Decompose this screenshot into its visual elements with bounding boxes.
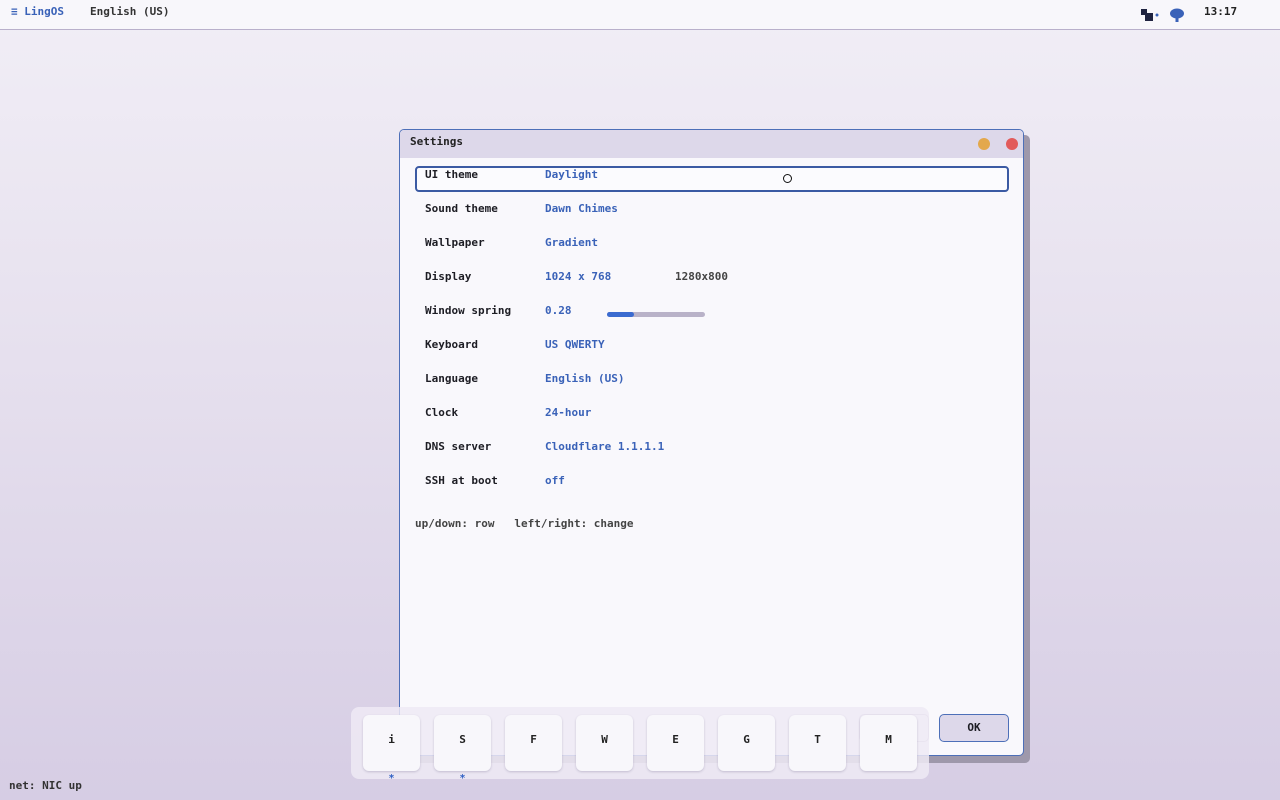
row-value[interactable]: English (US) [545,372,624,385]
dock-item[interactable]: T [789,715,846,771]
window-spring-slider[interactable] [607,312,705,317]
dock-item[interactable]: i [363,715,420,771]
settings-row-dns-server[interactable]: DNS server Cloudflare 1.1.1.1 [415,438,1009,464]
row-label: Display [425,270,472,283]
running-indicator: * [459,773,466,784]
row-value[interactable]: off [545,474,565,487]
keyboard-hint: up/down: row left/right: change [415,517,634,530]
slider-fill [607,312,634,317]
row-label: Keyboard [425,338,478,351]
settings-window: Settings UI theme Daylight Sound theme D… [399,129,1024,756]
dock-item[interactable]: E [647,715,704,771]
row-value[interactable]: Dawn Chimes [545,202,618,215]
minimize-button[interactable] [978,138,990,150]
row-label: Sound theme [425,202,498,215]
window-title: Settings [410,135,463,148]
row-value[interactable]: Daylight [545,168,598,181]
row-value[interactable]: Cloudflare 1.1.1.1 [545,440,664,453]
current-resolution: 1280x800 [675,270,728,283]
main-menu-button[interactable]: ≡ LingOS [11,5,64,18]
language-indicator[interactable]: English (US) [90,5,169,18]
settings-row-ui-theme[interactable]: UI theme Daylight [415,166,1009,192]
settings-row-sound-theme[interactable]: Sound theme Dawn Chimes [415,200,1009,226]
settings-row-ssh-at-boot[interactable]: SSH at boot off [415,472,1009,498]
window-titlebar[interactable]: Settings [400,130,1023,158]
row-value[interactable]: 1024 x 768 [545,270,611,283]
row-value[interactable]: 24-hour [545,406,591,419]
row-label: Clock [425,406,459,419]
settings-row-display[interactable]: Display 1024 x 768 1280x800 [415,268,1009,294]
row-label: Wallpaper [425,236,485,249]
row-value[interactable]: US QWERTY [545,338,605,351]
ok-button[interactable]: OK [939,714,1009,742]
row-label: UI theme [425,168,478,181]
row-label: DNS server [425,440,492,453]
apps-tray-icon[interactable] [1139,7,1161,23]
dock-item[interactable]: F [505,715,562,771]
running-indicator: * [388,773,395,784]
row-label: Language [425,372,478,385]
clock[interactable]: 13:17 [1204,5,1237,18]
chat-bubble-icon[interactable] [1169,7,1185,23]
mouse-cursor-icon [783,174,792,183]
row-label: SSH at boot [425,474,498,487]
dock-item[interactable]: S [434,715,491,771]
settings-row-keyboard[interactable]: Keyboard US QWERTY [415,336,1009,362]
settings-row-wallpaper[interactable]: Wallpaper Gradient [415,234,1009,260]
row-label: Window spring [425,304,512,317]
dock-item[interactable]: W [576,715,633,771]
network-status: net: NIC up [9,779,82,792]
settings-row-clock[interactable]: Clock 24-hour [415,404,1009,430]
dock-item[interactable]: M [860,715,917,771]
dock-item[interactable]: G [718,715,775,771]
dock: i S F W E G T M * * [351,707,929,784]
close-button[interactable] [1006,138,1018,150]
row-value[interactable]: 0.28 [545,304,572,317]
top-bar: ≡ LingOS English (US) 13:17 [0,0,1280,30]
settings-row-window-spring[interactable]: Window spring 0.28 [415,302,1009,328]
row-value[interactable]: Gradient [545,236,598,249]
settings-row-language[interactable]: Language English (US) [415,370,1009,396]
